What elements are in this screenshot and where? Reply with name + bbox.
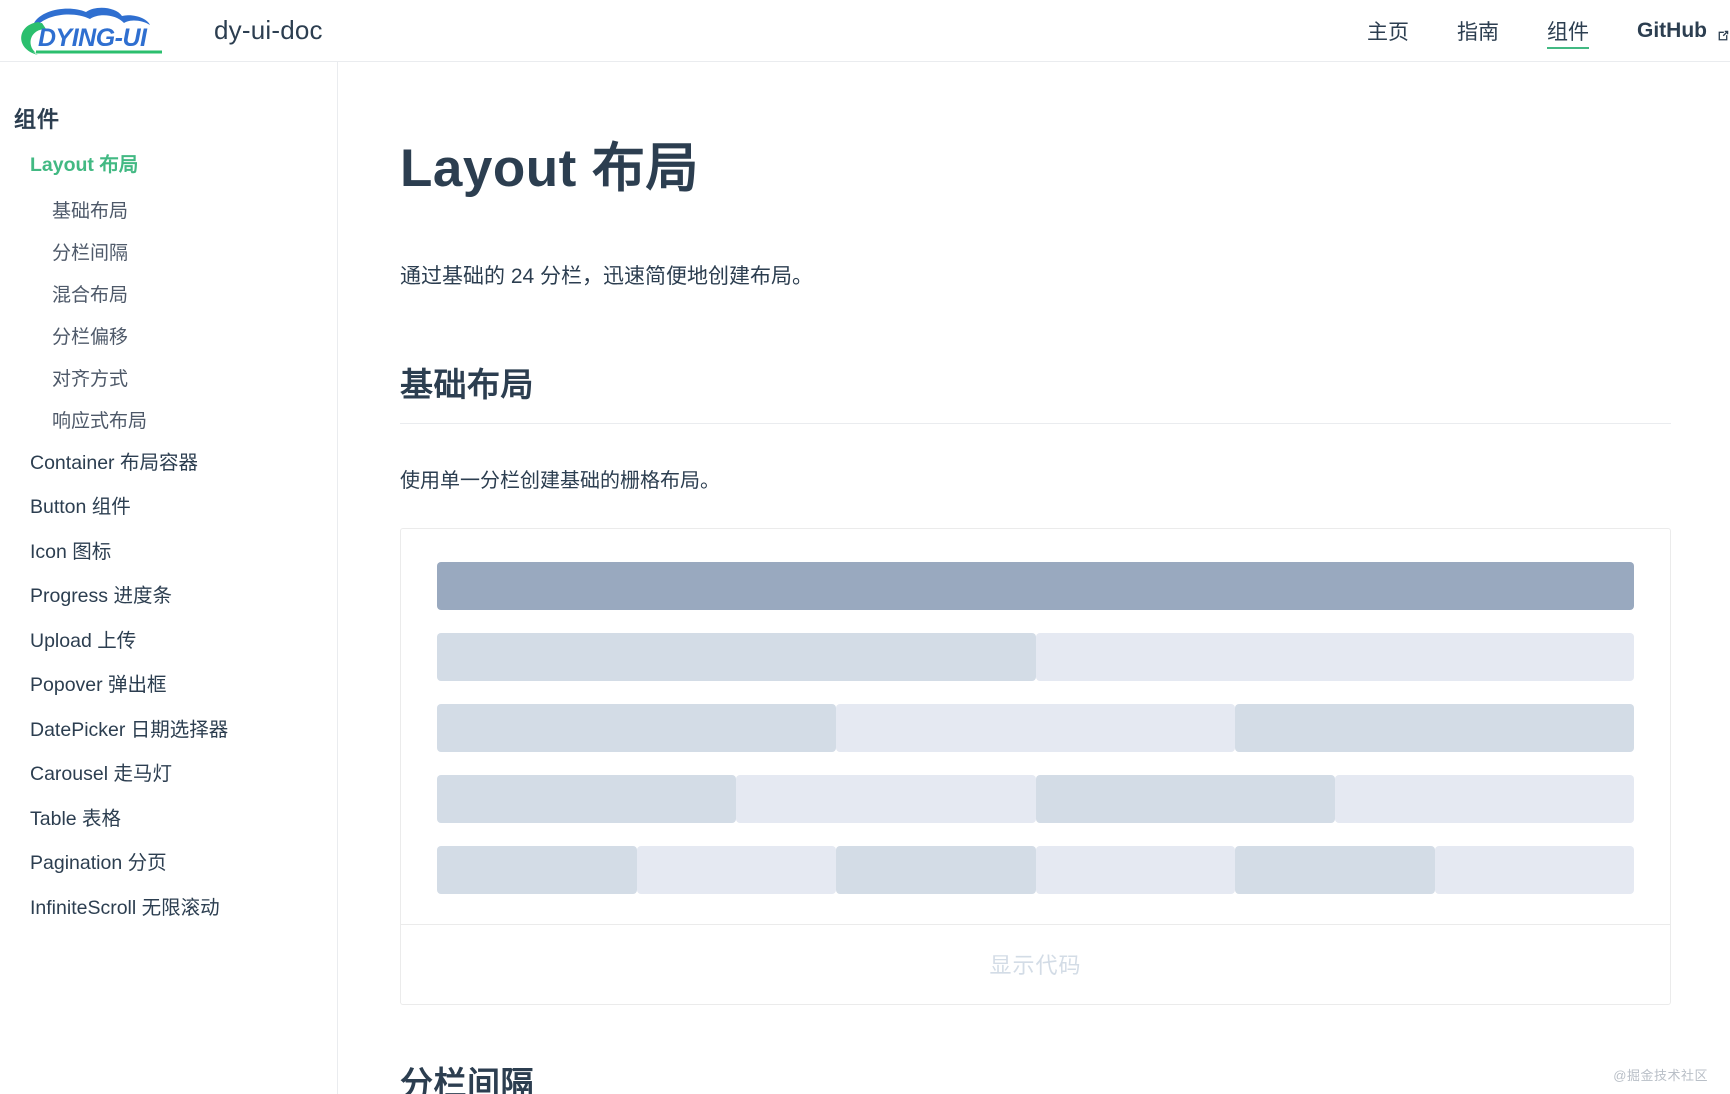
page-title: Layout 布局 bbox=[400, 139, 699, 198]
section-title-basic-layout: 基础布局 bbox=[400, 358, 1671, 424]
sidebar: 组件 Layout 布局 基础布局 分栏间隔 混合布局 分栏偏移 对齐方式 响应… bbox=[0, 62, 338, 1094]
nav-item-components[interactable]: 组件 bbox=[1523, 0, 1613, 62]
sidebar-item-datepicker[interactable]: DatePicker 日期选择器 bbox=[0, 720, 337, 741]
grid-col-span-6 bbox=[736, 774, 1036, 823]
sidebar-list: Layout 布局 基础布局 分栏间隔 混合布局 分栏偏移 对齐方式 响应式布局… bbox=[0, 155, 337, 919]
grid-col-span-4 bbox=[1235, 845, 1435, 894]
sidebar-item-table[interactable]: Table 表格 bbox=[0, 809, 337, 830]
sidebar-item-progress[interactable]: Progress 进度条 bbox=[0, 586, 337, 607]
show-code-toggle[interactable]: 显示代码 bbox=[401, 923, 1670, 1004]
brand-title: dy-ui-doc bbox=[214, 15, 323, 45]
top-navbar: DYING-UI dy-ui-doc 主页 指南 组件 GitHub bbox=[0, 0, 1730, 62]
sidebar-subitem-basic-layout[interactable]: 基础布局 bbox=[0, 202, 337, 221]
sidebar-item-upload[interactable]: Upload 上传 bbox=[0, 631, 337, 652]
main-content: Layout 布局 通过基础的 24 分栏，迅速简便地创建布局。 基础布局 使用… bbox=[338, 62, 1730, 1094]
section-description: 使用单一分栏创建基础的栅格布局。 bbox=[400, 469, 720, 492]
grid-col-span-8 bbox=[836, 703, 1235, 752]
main-nav: 主页 指南 组件 GitHub bbox=[1343, 0, 1730, 62]
grid-col-span-4 bbox=[836, 845, 1036, 894]
grid-col-span-12 bbox=[437, 632, 1036, 681]
grid-col-span-6 bbox=[1035, 774, 1335, 823]
grid-col-span-6 bbox=[1334, 774, 1634, 823]
grid-col-span-12 bbox=[1035, 632, 1634, 681]
grid-row bbox=[437, 774, 1634, 823]
sidebar-item-icon[interactable]: Icon 图标 bbox=[0, 542, 337, 563]
sidebar-subitem-alignment[interactable]: 对齐方式 bbox=[0, 370, 337, 389]
grid-row bbox=[437, 703, 1634, 752]
sidebar-subitem-mixed-layout[interactable]: 混合布局 bbox=[0, 286, 337, 305]
page-shell: 组件 Layout 布局 基础布局 分栏间隔 混合布局 分栏偏移 对齐方式 响应… bbox=[0, 62, 1730, 1094]
sidebar-group-title: 组件 bbox=[14, 107, 61, 132]
grid-col-span-8 bbox=[1235, 703, 1634, 752]
external-link-icon bbox=[1716, 25, 1730, 41]
sidebar-item-infinitescroll[interactable]: InfiniteScroll 无限滚动 bbox=[0, 898, 337, 919]
grid-col-span-24 bbox=[437, 561, 1634, 610]
grid-row bbox=[437, 632, 1634, 681]
sidebar-item-pagination[interactable]: Pagination 分页 bbox=[0, 853, 337, 874]
sidebar-item-button[interactable]: Button 组件 bbox=[0, 497, 337, 518]
watermark: @掘金技术社区 bbox=[1613, 1068, 1708, 1083]
show-code-label: 显示代码 bbox=[989, 953, 1082, 979]
grid-demo-body bbox=[401, 529, 1670, 924]
sidebar-subitem-responsive-layout[interactable]: 响应式布局 bbox=[0, 412, 337, 431]
grid-row bbox=[437, 845, 1634, 894]
sidebar-item-layout[interactable]: Layout 布局 bbox=[0, 155, 337, 176]
nav-item-github-label: GitHub bbox=[1637, 19, 1707, 42]
nav-item-github[interactable]: GitHub bbox=[1613, 0, 1730, 62]
nav-item-home[interactable]: 主页 bbox=[1343, 0, 1433, 62]
grid-col-span-4 bbox=[1035, 845, 1235, 894]
brand[interactable]: DYING-UI dy-ui-doc bbox=[12, 3, 323, 59]
sidebar-subitem-column-offset[interactable]: 分栏偏移 bbox=[0, 328, 337, 347]
sidebar-subitem-column-gutter[interactable]: 分栏间隔 bbox=[0, 244, 337, 263]
sidebar-item-container[interactable]: Container 布局容器 bbox=[0, 453, 337, 474]
svg-text:DYING-UI: DYING-UI bbox=[38, 24, 148, 52]
grid-col-span-4 bbox=[1434, 845, 1634, 894]
sidebar-item-carousel[interactable]: Carousel 走马灯 bbox=[0, 764, 337, 785]
dying-ui-logo-icon: DYING-UI bbox=[12, 3, 200, 59]
grid-col-span-4 bbox=[437, 845, 637, 894]
nav-item-guide[interactable]: 指南 bbox=[1433, 0, 1523, 62]
grid-col-span-4 bbox=[636, 845, 836, 894]
page-description: 通过基础的 24 分栏，迅速简便地创建布局。 bbox=[400, 265, 814, 289]
grid-demo-box: 显示代码 bbox=[400, 527, 1671, 1005]
section-title-column-gutter: 分栏间隔 bbox=[400, 1064, 534, 1094]
grid-row bbox=[437, 561, 1634, 610]
sidebar-item-popover[interactable]: Popover 弹出框 bbox=[0, 675, 337, 696]
grid-col-span-6 bbox=[437, 774, 737, 823]
grid-col-span-8 bbox=[437, 703, 836, 752]
